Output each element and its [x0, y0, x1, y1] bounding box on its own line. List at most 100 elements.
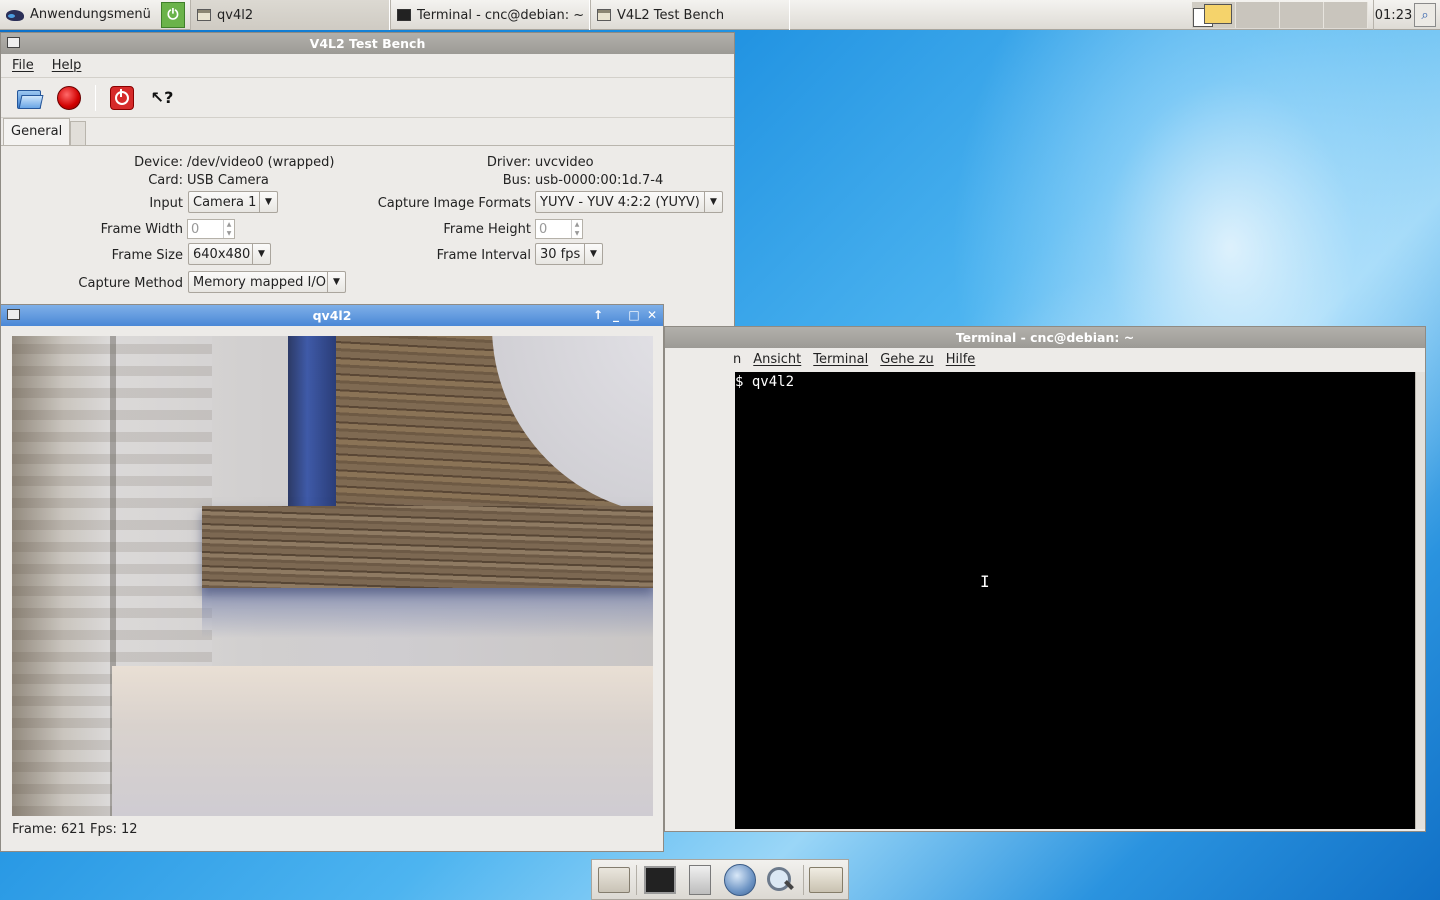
frame-height-label: Frame Height	[443, 222, 531, 237]
workspace-4[interactable]	[1324, 2, 1368, 28]
chevron-down-icon: ▼	[584, 244, 602, 264]
chevron-down-icon: ▼	[704, 192, 722, 212]
whats-this-button[interactable]: ↖?	[148, 84, 176, 112]
top-panel: Anwendungsmenü ⏻ qv4l2 Terminal - cnc@de…	[0, 0, 1440, 30]
bench-menubar: File Help	[1, 54, 734, 78]
terminal-menubar: n Ansicht Terminal Gehe zu Hilfe	[665, 348, 1425, 370]
shade-up-icon[interactable]: ↑	[591, 307, 605, 323]
terminal-output[interactable]: $ qv4l2 I	[735, 372, 1415, 829]
workspace-1[interactable]	[1192, 2, 1236, 28]
terminal-icon	[397, 9, 411, 21]
driver-label: Driver:	[486, 155, 531, 170]
task-terminal[interactable]: Terminal - cnc@debian: ~	[390, 0, 590, 30]
qv4l2-capture-window: qv4l2 ↑ _ □ ✕ Frame: 621 Fps: 12	[0, 304, 664, 852]
search-icon[interactable]: ⌕	[1414, 3, 1436, 27]
prompt-line: $ qv4l2	[735, 374, 795, 390]
window-title: V4L2 Test Bench	[309, 36, 426, 51]
menu-file[interactable]: File	[5, 56, 41, 75]
clock[interactable]: 01:23	[1373, 0, 1413, 30]
card-value: USB Camera	[187, 173, 269, 188]
frame-height-spinbox[interactable]: 0 ▲ ▼	[535, 219, 583, 239]
bench-titlebar[interactable]: V4L2 Test Bench	[1, 33, 734, 54]
record-icon	[57, 85, 81, 110]
chevron-down-icon: ▼	[327, 272, 345, 292]
card-label: Card:	[148, 173, 183, 188]
text-cursor-icon: I	[980, 572, 990, 591]
capture-formats-label: Capture Image Formats	[377, 196, 531, 211]
terminal-scrollbar[interactable]	[1415, 372, 1425, 829]
power-icon	[110, 85, 134, 110]
frame-size-combo[interactable]: 640x480 ▼	[188, 243, 271, 265]
menu-gehe-zu[interactable]: Gehe zu	[874, 350, 940, 369]
menu-help[interactable]: Help	[45, 56, 89, 75]
workspace-3[interactable]	[1280, 2, 1324, 28]
spin-arrows-icon[interactable]: ▲ ▼	[223, 220, 234, 238]
frame-width-label: Frame Width	[100, 222, 183, 237]
spin-arrows-icon[interactable]: ▲ ▼	[571, 220, 582, 238]
tab-bar: General	[1, 118, 734, 146]
close-icon[interactable]: ✕	[645, 307, 659, 323]
xfce-mouse-icon	[4, 5, 26, 25]
quit-button[interactable]	[108, 84, 136, 112]
chevron-down-icon: ▼	[259, 192, 277, 212]
maximize-icon[interactable]: □	[627, 307, 641, 323]
frame-size-label: Frame Size	[111, 248, 183, 263]
open-device-button[interactable]	[15, 84, 43, 112]
bench-toolbar: ↖?	[1, 78, 734, 118]
tab-unnamed[interactable]	[70, 121, 87, 145]
task-v4l2-test-bench[interactable]: V4L2 Test Bench	[590, 0, 790, 30]
window-icon	[597, 9, 611, 21]
bus-value: usb-0000:00:1d.7-4	[535, 173, 664, 188]
home-folder-icon[interactable]	[596, 863, 632, 897]
window-icon	[197, 9, 211, 21]
terminal-titlebar[interactable]: Terminal - cnc@debian: ~	[665, 327, 1425, 348]
whats-this-icon: ↖?	[150, 88, 174, 107]
tab-general[interactable]: General	[3, 118, 71, 145]
input-combo[interactable]: Camera 1 ▼	[188, 191, 278, 213]
capture-formats-combo[interactable]: YUYV - YUV 4:2:2 (YUYV) ▼	[535, 191, 723, 213]
web-browser-icon[interactable]	[722, 863, 758, 897]
frame-size-value: 640x480	[193, 246, 251, 262]
device-label: Device:	[134, 155, 183, 170]
frame-interval-label: Frame Interval	[436, 248, 531, 263]
minimize-icon[interactable]: _	[609, 307, 623, 323]
capture-method-label: Capture Method	[78, 276, 183, 291]
search-icon[interactable]	[762, 863, 798, 897]
menu-ansicht[interactable]: Ansicht	[747, 350, 807, 369]
workspace-pager	[1192, 2, 1368, 28]
bus-label: Bus:	[502, 173, 531, 188]
open-folder-icon	[17, 88, 41, 109]
frame-height-value: 0	[539, 221, 548, 237]
app-menu-label: Anwendungsmenü	[30, 7, 151, 22]
task-label: Terminal - cnc@debian: ~	[417, 7, 585, 23]
menu-fragment[interactable]: n	[665, 350, 747, 369]
terminal-launcher-icon[interactable]	[642, 863, 678, 897]
logout-icon[interactable]: ⏻	[160, 1, 185, 28]
frame-width-spinbox[interactable]: 0 ▲ ▼	[187, 219, 235, 239]
record-button[interactable]	[55, 84, 83, 112]
task-qv4l2[interactable]: qv4l2	[190, 0, 390, 30]
folder-icon[interactable]	[808, 863, 844, 897]
menu-terminal[interactable]: Terminal	[807, 350, 874, 369]
workspace-2[interactable]	[1236, 2, 1280, 28]
capture-titlebar[interactable]: qv4l2 ↑ _ □ ✕	[1, 305, 663, 326]
input-label: Input	[149, 196, 183, 211]
frame-width-value: 0	[191, 221, 200, 237]
file-manager-icon[interactable]	[682, 863, 718, 897]
capture-formats-value: YUYV - YUV 4:2:2 (YUYV)	[540, 194, 700, 210]
task-label: V4L2 Test Bench	[617, 7, 725, 23]
capture-method-combo[interactable]: Memory mapped I/O ▼	[188, 271, 346, 293]
driver-value: uvcvideo	[535, 155, 594, 170]
window-title: qv4l2	[312, 308, 352, 323]
task-label: qv4l2	[217, 7, 254, 23]
terminal-window: Terminal - cnc@debian: ~ n Ansicht Termi…	[664, 326, 1426, 832]
window-title: Terminal - cnc@debian: ~	[955, 330, 1135, 345]
input-value: Camera 1	[193, 194, 257, 210]
window-menu-icon[interactable]	[7, 309, 20, 320]
menu-hilfe[interactable]: Hilfe	[940, 350, 982, 369]
app-menu-button[interactable]: Anwendungsmenü	[0, 0, 155, 30]
bottom-dock	[591, 859, 849, 900]
frame-interval-combo[interactable]: 30 fps ▼	[535, 243, 603, 265]
window-menu-icon[interactable]	[7, 37, 20, 48]
frame-interval-value: 30 fps	[540, 246, 581, 262]
